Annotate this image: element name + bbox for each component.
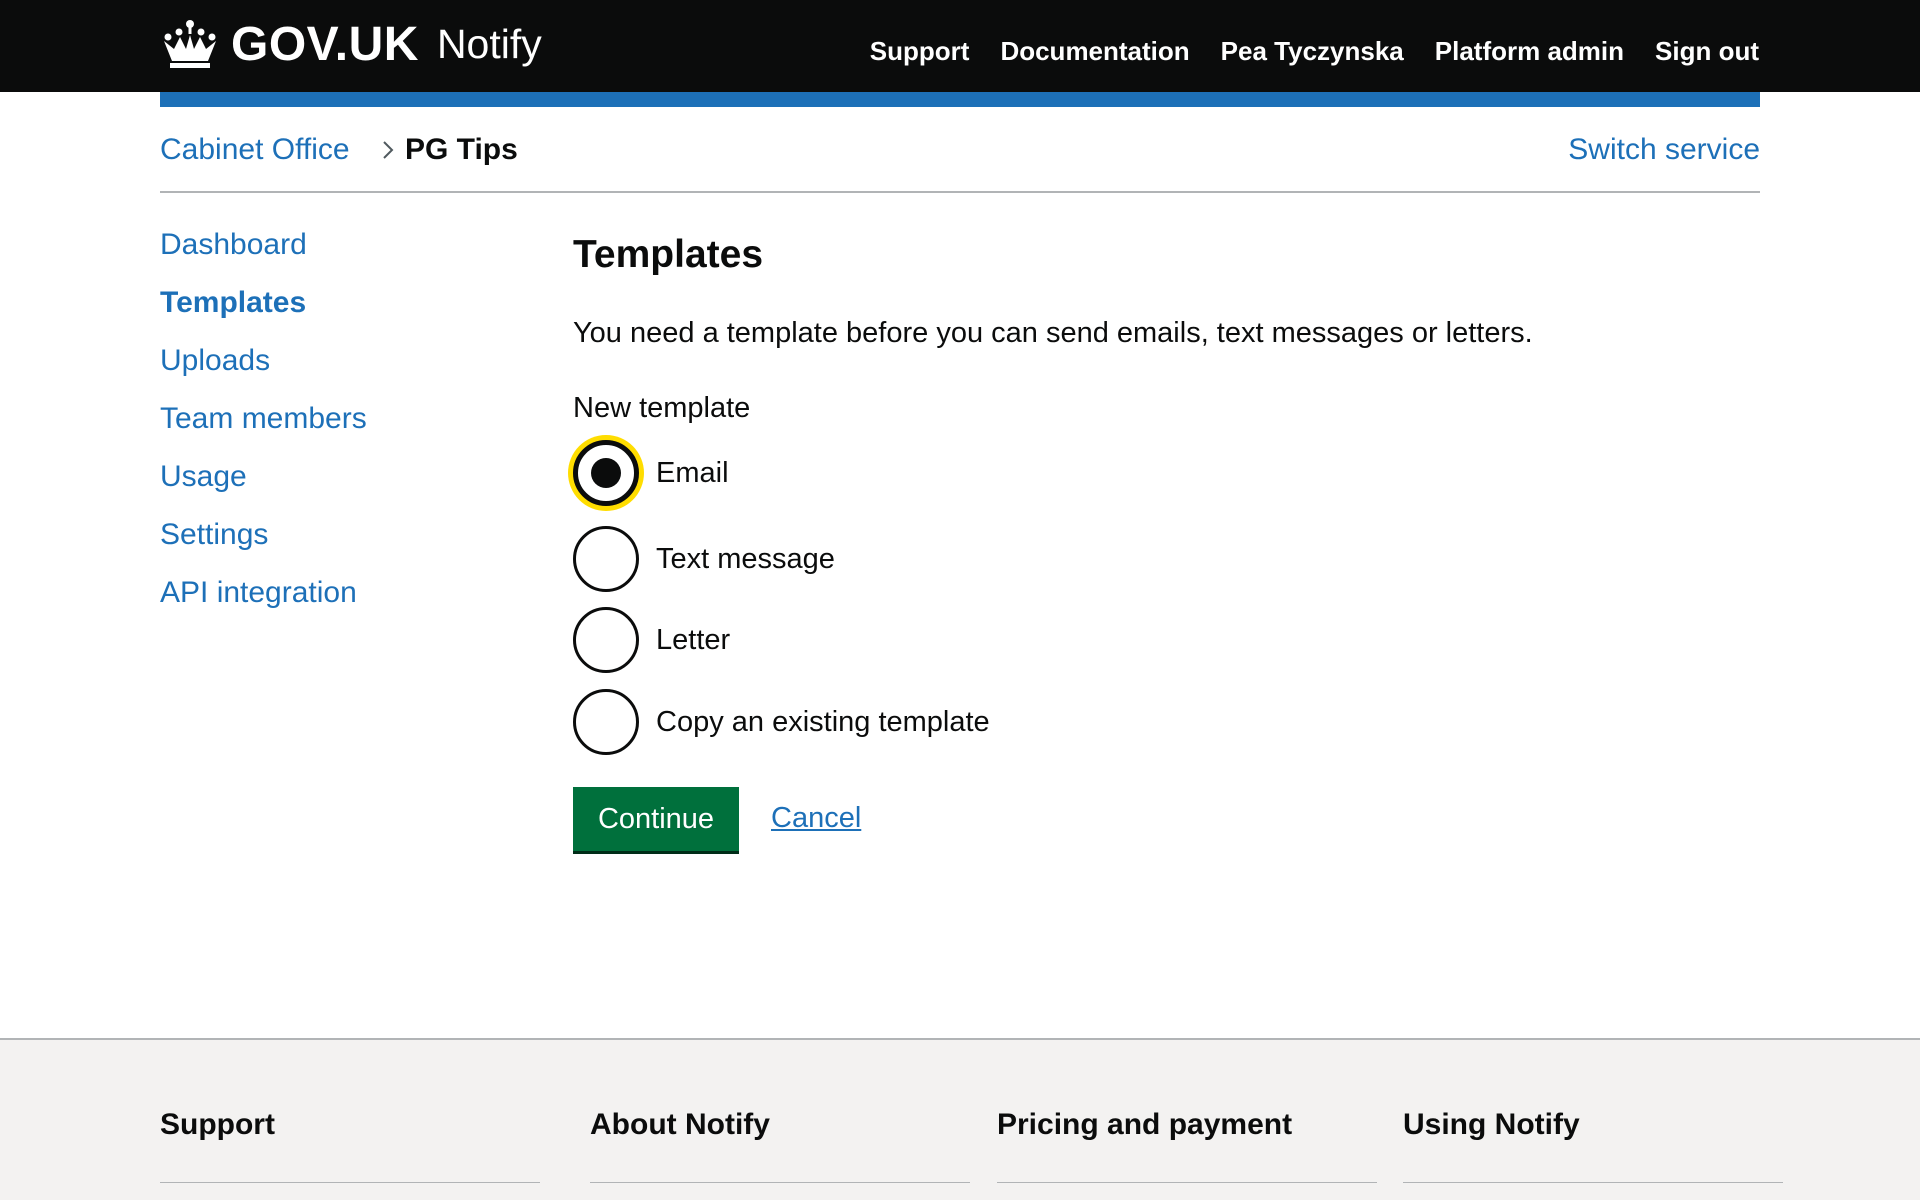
govuk-logo-link[interactable]: GOV.UK Notify bbox=[160, 14, 542, 74]
nav-user-profile-link[interactable]: Pea Tyczynska bbox=[1221, 36, 1404, 67]
site-footer: Support About Notify Pricing and payment… bbox=[0, 1038, 1920, 1200]
switch-service-link[interactable]: Switch service bbox=[1568, 133, 1760, 167]
sidebar-item-uploads[interactable]: Uploads bbox=[160, 341, 367, 399]
footer-divider bbox=[160, 1182, 540, 1183]
radio-option-text-message[interactable]: Text message bbox=[573, 526, 835, 592]
footer-divider bbox=[1403, 1182, 1783, 1183]
service-name: Notify bbox=[436, 20, 542, 67]
footer-divider bbox=[590, 1182, 970, 1183]
chevron-right-icon bbox=[383, 141, 394, 159]
footer-column-about: About Notify bbox=[590, 1108, 970, 1183]
site-header: GOV.UK Notify Support Documentation Pea … bbox=[0, 0, 1920, 92]
radio-option-email[interactable]: Email bbox=[573, 440, 729, 506]
sidebar-item-dashboard[interactable]: Dashboard bbox=[160, 225, 367, 283]
radio-button-letter[interactable] bbox=[573, 607, 639, 673]
sidebar-item-templates[interactable]: Templates bbox=[160, 283, 367, 341]
sidebar-item-api-integration[interactable]: API integration bbox=[160, 573, 367, 631]
sidebar-item-usage[interactable]: Usage bbox=[160, 457, 367, 515]
page-title: Templates bbox=[573, 233, 764, 276]
sidebar-navigation: Dashboard Templates Uploads Team members… bbox=[160, 225, 367, 631]
header-blue-bar bbox=[160, 92, 1760, 107]
radio-option-copy-template[interactable]: Copy an existing template bbox=[573, 689, 990, 755]
footer-column-support: Support bbox=[160, 1108, 540, 1183]
footer-divider bbox=[997, 1182, 1377, 1183]
radio-selected-dot bbox=[591, 458, 621, 488]
sidebar-item-team-members[interactable]: Team members bbox=[160, 399, 367, 457]
logo-text: GOV.UK bbox=[231, 17, 419, 71]
footer-heading-about: About Notify bbox=[590, 1108, 770, 1141]
radio-option-letter[interactable]: Letter bbox=[573, 607, 730, 673]
nav-documentation-link[interactable]: Documentation bbox=[1000, 36, 1189, 67]
radio-button-email[interactable] bbox=[573, 440, 639, 506]
breadcrumb-organisation-link[interactable]: Cabinet Office bbox=[160, 133, 350, 167]
sidebar-item-settings[interactable]: Settings bbox=[160, 515, 367, 573]
radio-button-copy-template[interactable] bbox=[573, 689, 639, 755]
crown-icon bbox=[164, 20, 216, 68]
footer-column-using: Using Notify bbox=[1403, 1108, 1783, 1183]
cancel-link[interactable]: Cancel bbox=[771, 802, 861, 835]
footer-heading-pricing: Pricing and payment bbox=[997, 1108, 1293, 1141]
intro-text: You need a template before you can send … bbox=[573, 317, 1533, 349]
radio-label-copy-template: Copy an existing template bbox=[656, 705, 990, 738]
radio-label-letter: Letter bbox=[656, 623, 731, 656]
radio-label-text-message: Text message bbox=[656, 542, 835, 575]
radio-label-email: Email bbox=[656, 456, 729, 489]
breadcrumb-current-service: PG Tips bbox=[405, 133, 518, 166]
breadcrumb: Cabinet Office PG Tips Switch service bbox=[160, 107, 1760, 193]
footer-column-pricing: Pricing and payment bbox=[997, 1108, 1377, 1183]
nav-platform-admin-link[interactable]: Platform admin bbox=[1435, 36, 1624, 67]
nav-sign-out-link[interactable]: Sign out bbox=[1655, 36, 1759, 67]
footer-heading-support: Support bbox=[160, 1108, 275, 1141]
radio-button-text-message[interactable] bbox=[573, 526, 639, 592]
fieldset-legend: New template bbox=[573, 392, 751, 424]
continue-button[interactable]: Continue bbox=[573, 787, 739, 851]
header-navigation: Support Documentation Pea Tyczynska Plat… bbox=[870, 36, 1759, 67]
footer-heading-using: Using Notify bbox=[1403, 1108, 1580, 1141]
nav-support-link[interactable]: Support bbox=[870, 36, 970, 67]
